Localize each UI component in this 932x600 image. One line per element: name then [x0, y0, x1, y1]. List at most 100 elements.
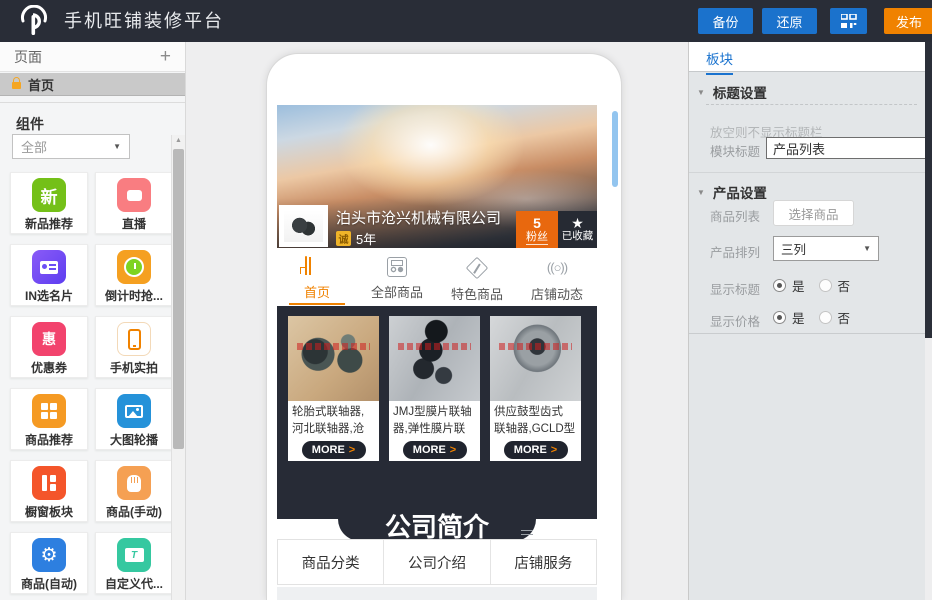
tab-goods-category[interactable]: 商品分类: [278, 540, 383, 584]
gear-icon: ⚙: [32, 538, 66, 572]
more-label: MORE: [514, 444, 547, 456]
restore-button[interactable]: 还原: [762, 8, 817, 34]
divider: [689, 172, 925, 173]
component-phone-shot[interactable]: 手机实拍: [95, 316, 173, 378]
shop-banner[interactable]: 泊头市沧兴机械有限公司 诚 5年 5 粉丝 ★ 已收藏: [277, 105, 597, 248]
panel-bottom-divider: [689, 333, 925, 334]
phone-screen: 泊头市沧兴机械有限公司 诚 5年 5 粉丝 ★ 已收藏: [277, 105, 597, 600]
product-image: [490, 316, 581, 401]
coupon-icon: 惠: [32, 322, 66, 356]
component-coupon[interactable]: 惠 优惠券: [10, 316, 88, 378]
shop-name: 泊头市沧兴机械有限公司: [336, 207, 501, 228]
shop-years-row: 诚 5年: [336, 229, 376, 248]
product-title: 轮胎式联轴器,河北联轴器,沧: [288, 401, 379, 439]
image-carousel-icon: [117, 394, 151, 428]
tab-block[interactable]: 板块: [706, 48, 733, 75]
more-button[interactable]: MORE >: [302, 441, 366, 459]
goods-icon: [387, 257, 407, 277]
drag-handle-icon[interactable]: [521, 530, 533, 535]
module-title-input[interactable]: [766, 137, 926, 159]
arrange-dropdown[interactable]: 三列 ▼: [773, 236, 879, 261]
tab-home[interactable]: 首页: [277, 248, 357, 306]
top-bar: 手机旺铺装修平台 备份 还原 发布: [0, 0, 932, 42]
home-page-label: 首页: [28, 75, 54, 94]
product-list-module[interactable]: 轮胎式联轴器,河北联轴器,沧 MORE > JMJ型膜片联轴器,弹性膜片联: [277, 306, 597, 519]
tab-label: 特色商品: [451, 284, 503, 303]
component-in-card[interactable]: IN选名片: [10, 244, 88, 306]
tab-label: 店铺动态: [531, 284, 583, 303]
component-custom-code[interactable]: T 自定义代...: [95, 532, 173, 594]
tab-label: 全部商品: [371, 282, 423, 301]
publish-button[interactable]: 发布: [884, 8, 932, 34]
fans-box[interactable]: 5 粉丝: [516, 211, 558, 248]
product-card[interactable]: 供应鼓型齿式联轴器,GCLD型 MORE >: [490, 316, 581, 461]
star-icon: ★: [571, 216, 584, 230]
tab-label: 首页: [304, 282, 330, 301]
arrange-value: 三列: [781, 239, 806, 258]
product-card[interactable]: JMJ型膜片联轴器,弹性膜片联 MORE >: [389, 316, 480, 461]
tab-company-intro[interactable]: 公司介绍: [383, 540, 489, 584]
preview-canvas: 泊头市沧兴机械有限公司 诚 5年 5 粉丝 ★ 已收藏: [187, 42, 688, 600]
component-live[interactable]: 直播: [95, 172, 173, 234]
qr-code-icon: [841, 14, 857, 29]
product-image: [389, 316, 480, 401]
component-countdown[interactable]: 倒计时抢...: [95, 244, 173, 306]
custom-code-icon: T: [117, 538, 151, 572]
radio-label-no: 否: [838, 276, 851, 295]
component-new-products[interactable]: 新 新品推荐: [10, 172, 88, 234]
component-label: 商品推荐: [25, 431, 73, 448]
product-title: 供应鼓型齿式联轴器,GCLD型: [490, 401, 581, 439]
tab-featured-goods[interactable]: 特色商品: [437, 248, 517, 306]
radio-show-title-yes[interactable]: [773, 279, 786, 292]
component-goods-auto[interactable]: ⚙ 商品(自动): [10, 532, 88, 594]
section-title: 产品设置: [713, 182, 767, 202]
radio-show-price-yes[interactable]: [773, 311, 786, 324]
qr-code-button[interactable]: [830, 8, 867, 34]
favorited-label: 已收藏: [562, 230, 594, 243]
favorite-box[interactable]: ★ 已收藏: [558, 211, 597, 248]
more-button[interactable]: MORE >: [403, 441, 467, 459]
component-filter-dropdown[interactable]: 全部 ▼: [12, 134, 130, 159]
phone-preview: 泊头市沧兴机械有限公司 诚 5年 5 粉丝 ★ 已收藏: [266, 53, 622, 600]
component-goods-recommend[interactable]: 商品推荐: [10, 388, 88, 450]
chevron-down-icon: ▼: [697, 88, 705, 97]
arrange-label: 产品排列: [710, 242, 760, 261]
shop-bottom-tabs: 商品分类 公司介绍 店铺服务: [277, 539, 597, 585]
select-goods-button[interactable]: 选择商品: [773, 200, 854, 226]
right-edge-strip: [925, 42, 932, 338]
more-label: MORE: [413, 444, 446, 456]
sidebar-item-home-page[interactable]: 首页: [0, 73, 185, 96]
new-badge-icon: 新: [32, 178, 66, 212]
screen-background: [277, 587, 597, 600]
show-title-label: 显示标题: [710, 279, 760, 298]
lock-icon: [12, 82, 21, 89]
backup-button[interactable]: 备份: [698, 8, 753, 34]
radio-label-no: 否: [838, 308, 851, 327]
signal-icon: ((○)): [547, 257, 567, 279]
product-card[interactable]: 轮胎式联轴器,河北联轴器,沧 MORE >: [288, 316, 379, 461]
radio-show-title-no[interactable]: [819, 279, 832, 292]
more-button[interactable]: MORE >: [504, 441, 568, 459]
radio-label-yes: 是: [792, 308, 805, 327]
radio-show-price-no[interactable]: [819, 311, 832, 324]
tab-shop-service[interactable]: 店铺服务: [490, 540, 596, 584]
logo-icon: [16, 5, 52, 37]
scrollbar-thumb[interactable]: [173, 149, 184, 449]
component-label: 新品推荐: [25, 215, 73, 232]
component-goods-manual[interactable]: 商品(手动): [95, 460, 173, 522]
product-settings-header[interactable]: ▼ 产品设置: [697, 182, 767, 202]
component-showcase[interactable]: 橱窗板块: [10, 460, 88, 522]
storefront-icon: [305, 257, 329, 277]
title-settings-header[interactable]: ▼ 标题设置: [697, 82, 767, 102]
tab-shop-updates[interactable]: ((○)) 店铺动态: [517, 248, 597, 306]
divider: [0, 102, 185, 103]
shop-logo-image: [284, 210, 323, 242]
scroll-up-icon[interactable]: ▲: [172, 137, 185, 144]
component-carousel[interactable]: 大图轮播: [95, 388, 173, 450]
phone-scrollbar-thumb[interactable]: [612, 111, 618, 187]
pages-header: 页面: [14, 47, 42, 67]
add-page-icon[interactable]: +: [160, 48, 171, 66]
tab-all-goods[interactable]: 全部商品: [357, 248, 437, 306]
chevron-down-icon: ▼: [697, 188, 705, 197]
sidebar-scrollbar[interactable]: ▲: [171, 135, 185, 600]
